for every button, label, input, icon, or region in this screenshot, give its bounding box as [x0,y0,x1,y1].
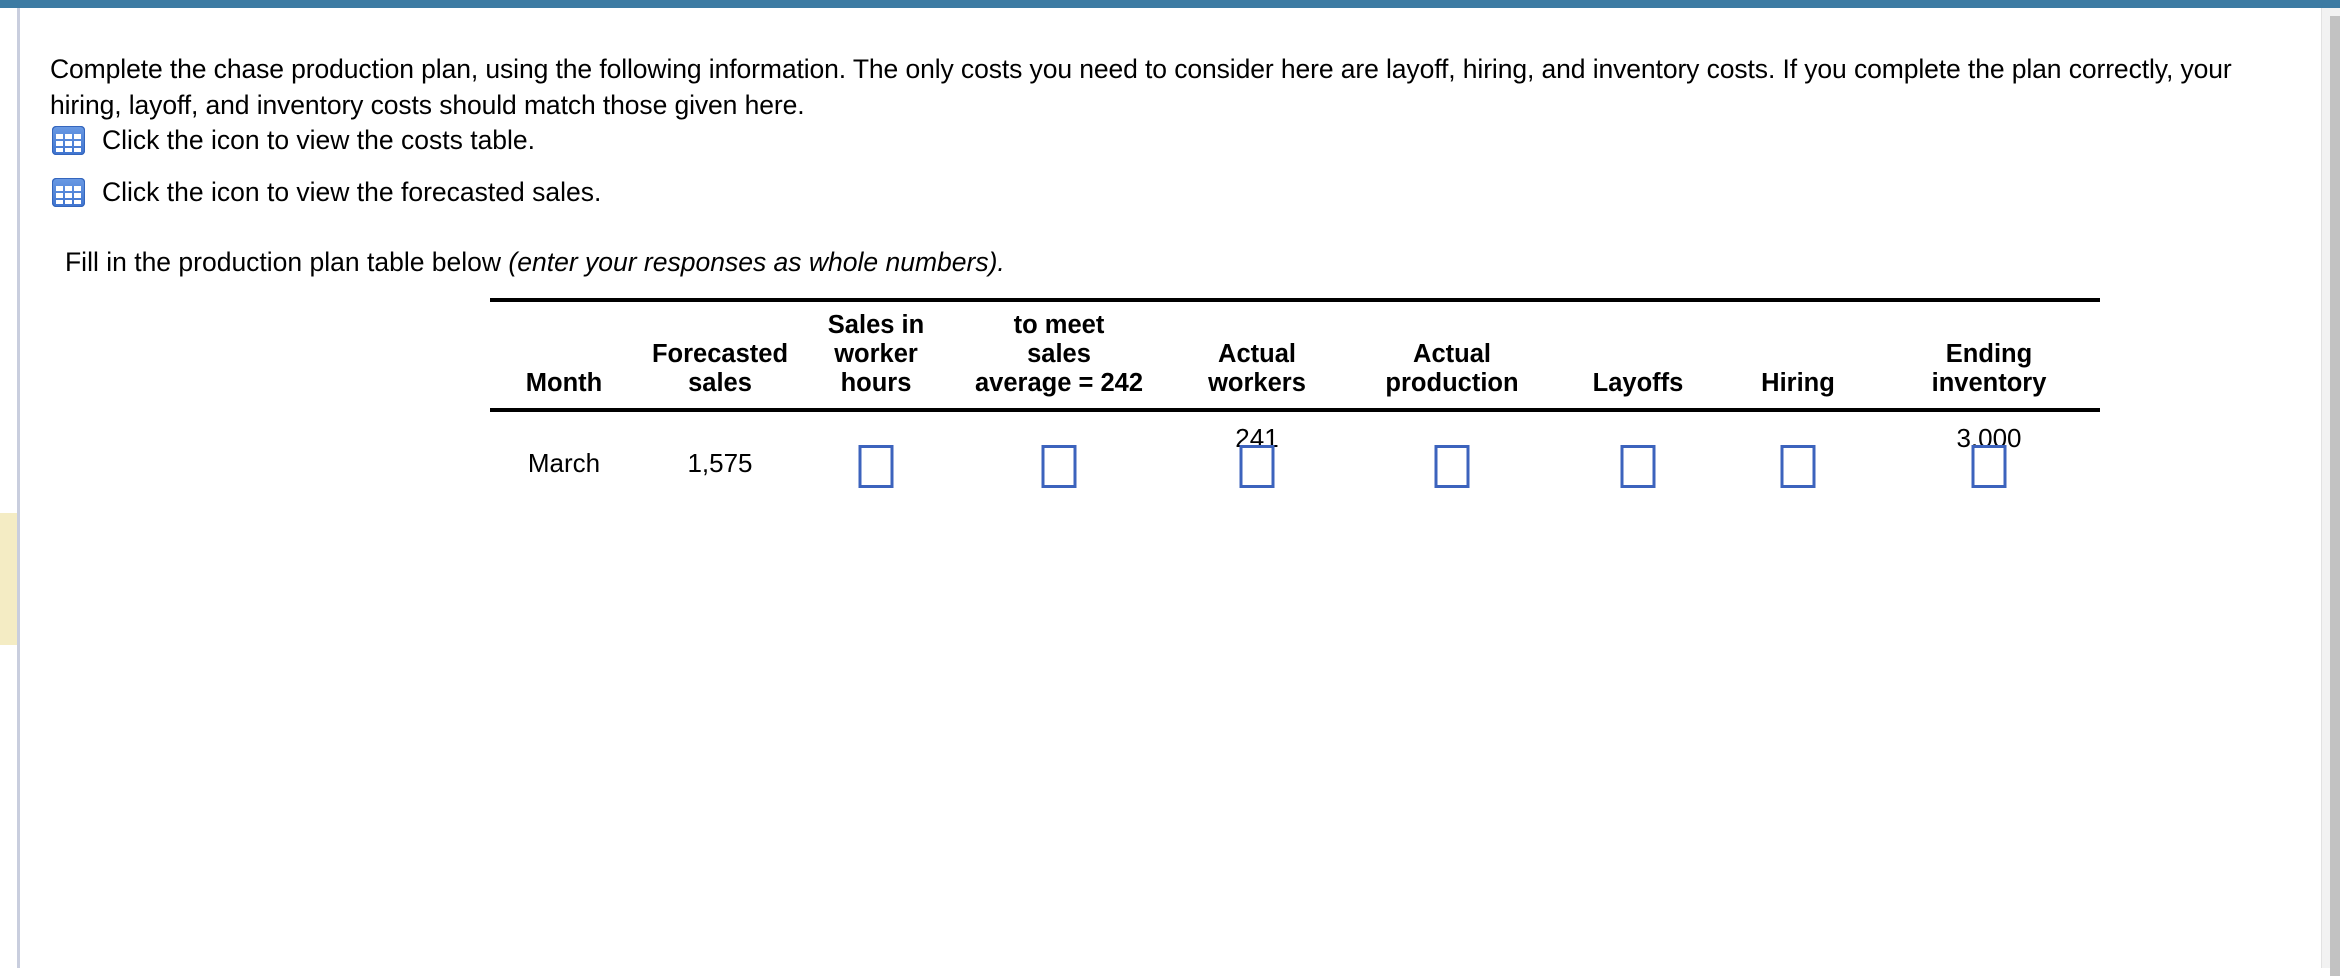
costs-table-link-label[interactable]: Click the icon to view the costs table. [102,126,535,155]
col-header-layoffs: Layoffs [1558,300,1718,410]
input-ending-inventory[interactable] [1971,445,2007,488]
cell-ending-inventory: 3,000 [1878,410,2100,508]
fill-instruction-italic: (enter your responses as whole numbers). [508,247,1005,277]
vertical-scrollbar-thumb[interactable] [2330,16,2340,976]
input-actual-production[interactable] [1434,445,1470,488]
input-actual-workers[interactable] [1239,445,1275,488]
table-header-row: Month Forecasted sales Sales in worker h… [490,300,2100,410]
input-layoffs[interactable] [1620,445,1656,488]
col-header-hiring: Hiring [1718,300,1878,410]
col-header-actual-production-label: Actual production [1385,340,1519,397]
intro-paragraph: Complete the chase production plan, usin… [50,53,2232,120]
col-header-to-meet-sales-label: to meet sales average = 242 [974,311,1144,397]
document-content: Complete the chase production plan, usin… [20,8,2320,968]
cell-month-value: March [527,448,601,478]
col-header-forecasted-sales: Forecasted sales [638,300,802,410]
col-header-ending-inventory-label: Ending inventory [1931,340,2047,397]
top-accent-bar [0,0,2340,8]
cell-sales-in-worker-hours [802,410,950,508]
col-header-actual-production: Actual production [1346,300,1558,410]
cell-month: March [490,410,638,508]
col-header-sales-in-worker-hours: Sales in worker hours [802,300,950,410]
cell-forecasted-sales: 1,575 [638,410,802,508]
cell-actual-workers: 241 [1168,410,1346,508]
cell-actual-production [1346,410,1558,508]
col-header-hiring-label: Hiring [1761,369,1835,397]
input-to-meet-sales[interactable] [1041,445,1077,488]
col-header-sales-in-worker-hours-label: Sales in worker hours [827,311,925,397]
col-header-ending-inventory: Ending inventory [1878,300,2100,410]
col-header-actual-workers-label: Actual workers [1208,340,1306,397]
fill-instruction: Fill in the production plan table below … [65,246,1005,278]
vertical-scrollbar-track[interactable] [2321,8,2340,976]
col-header-layoffs-label: Layoffs [1592,369,1684,397]
forecasted-sales-link-row[interactable]: Click the icon to view the forecasted sa… [52,178,601,207]
production-plan-table: Month Forecasted sales Sales in worker h… [490,298,2100,508]
cell-hiring [1718,410,1878,508]
costs-table-link-row[interactable]: Click the icon to view the costs table. [52,126,535,155]
fill-instruction-lead: Fill in the production plan table below [65,247,509,277]
forecasted-sales-link-label[interactable]: Click the icon to view the forecasted sa… [102,178,601,207]
table-row: March 1,575 241 3,000 [490,410,2100,508]
cell-forecasted-sales-value: 1,575 [687,448,753,478]
col-header-forecasted-sales-label: Forecasted sales [651,340,789,397]
input-hiring[interactable] [1780,445,1816,488]
col-header-month-label: Month [525,369,603,397]
col-header-month: Month [490,300,638,410]
col-header-actual-workers: Actual workers [1168,300,1346,410]
left-highlight-strip [0,513,17,645]
table-grid-icon[interactable] [52,126,85,155]
cell-to-meet-sales [950,410,1168,508]
cell-layoffs [1558,410,1718,508]
input-sales-in-worker-hours[interactable] [858,445,894,488]
col-header-to-meet-sales: to meet sales average = 242 [950,300,1168,410]
table-grid-icon[interactable] [52,178,85,207]
